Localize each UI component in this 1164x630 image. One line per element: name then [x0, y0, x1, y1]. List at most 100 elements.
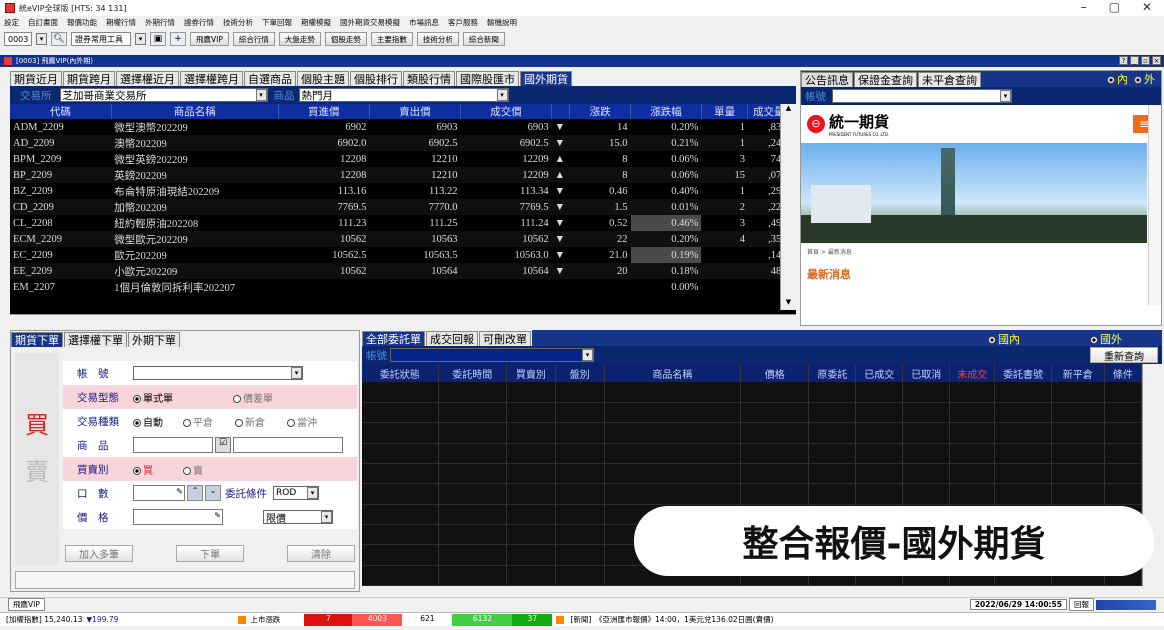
tab-open-interest[interactable]: 未平倉查詢 — [918, 72, 981, 87]
radio-single[interactable]: 單式單 — [133, 390, 233, 405]
tools-select[interactable]: 證券常用工具 — [71, 32, 131, 46]
menu-item[interactable]: 報價功能 — [67, 17, 97, 28]
menu-item[interactable]: 自訂畫面 — [28, 17, 58, 28]
toolbar-button[interactable]: 技術分析 — [416, 32, 459, 46]
menu-item[interactable]: 國外期貨交易模擬 — [340, 17, 400, 28]
quote-column-header[interactable]: 成交價 — [460, 104, 553, 119]
quote-tab[interactable]: 個股排行 — [350, 71, 402, 86]
quote-row[interactable]: ADM_2209 微型澳幣202209 6902 6903 6903 ▼ 14 0.20% 1,… — [10, 119, 780, 135]
tab-options-order[interactable]: 選擇權下單 — [64, 332, 127, 347]
report-column-header[interactable]: 委託書號 — [994, 364, 1052, 382]
chevron-down-icon[interactable]: ▾ — [36, 33, 47, 45]
toolbar-button[interactable]: 主要指數 — [370, 32, 413, 46]
menu-item[interactable]: 下單回報 — [262, 17, 292, 28]
radio-sell[interactable]: 賣 — [183, 462, 203, 477]
quote-column-header[interactable]: 賣出價 — [369, 104, 461, 119]
exchange-select[interactable]: 芝加哥商業交易所 ▾ — [59, 88, 268, 102]
tab-fills[interactable]: 成交回報 — [426, 331, 478, 346]
quote-row[interactable]: BP_2209 英鎊202209 12208 12210 12209 ▲ 8 0.06% 15,… — [10, 167, 780, 183]
scroll-down-icon[interactable]: ▼ — [781, 298, 796, 310]
menu-item[interactable]: 設定 — [4, 17, 19, 28]
tab-margin-query[interactable]: 保證金查詢 — [854, 72, 917, 87]
tab-all-orders[interactable]: 全部委託單 — [362, 331, 425, 346]
price-input[interactable]: ✎ — [133, 509, 223, 525]
radio-report-foreign[interactable]: 國外 — [1090, 331, 1122, 347]
quote-column-header[interactable]: 單量 — [701, 104, 749, 119]
report-column-header[interactable]: 商品名稱 — [604, 364, 742, 382]
menu-item[interactable]: 外期行情 — [145, 17, 175, 28]
report-column-header[interactable]: 買賣別 — [506, 364, 556, 382]
quote-column-header[interactable]: 買進價 — [278, 104, 370, 119]
report-column-header[interactable]: 原委託 — [808, 364, 857, 382]
window-tab-vip[interactable]: 飛鷹VIP — [8, 598, 45, 611]
product-name-field[interactable] — [233, 437, 343, 453]
quote-tab[interactable]: 國際股匯市 — [456, 71, 519, 86]
quote-tab[interactable]: 類股行情 — [403, 71, 455, 86]
quote-row[interactable]: EM_2207 1個月倫敦同拆利率202207 0.00% — [10, 279, 780, 295]
tab-announcements[interactable]: 公告訊息 — [801, 72, 853, 87]
quote-tab[interactable]: 選擇權近月 — [116, 71, 179, 86]
screen-code-input[interactable]: 0003 — [4, 32, 32, 46]
toolbar-button[interactable]: 飛鷹VIP — [190, 32, 229, 46]
report-column-header[interactable]: 新平倉 — [1051, 364, 1105, 382]
account-select[interactable]: ▾ — [832, 89, 1012, 103]
menu-item[interactable]: 技術分析 — [223, 17, 253, 28]
cond-select[interactable]: ROD ▾ — [273, 486, 319, 500]
quote-tab[interactable]: 期貨跨月 — [63, 71, 115, 86]
quote-column-header[interactable]: 商品名稱 — [111, 104, 279, 119]
scroll-up-icon[interactable]: ▲ — [781, 104, 796, 116]
menu-item[interactable]: 期權行情 — [106, 17, 136, 28]
radio-new[interactable]: 新倉 — [235, 414, 287, 429]
window-icon[interactable]: ▣ — [150, 32, 166, 46]
minimize-button[interactable]: – — [1081, 0, 1087, 14]
report-column-header[interactable]: 委託狀態 — [362, 364, 439, 382]
news-scrollbar[interactable] — [1148, 105, 1161, 305]
product-input[interactable] — [133, 437, 213, 453]
quote-row[interactable]: CD_2209 加幣202209 7769.5 7770.0 7769.5 ▼ 1.5 0.0… — [10, 199, 780, 215]
toolbar-button[interactable]: 個股走勢 — [324, 32, 367, 46]
quote-row[interactable]: ECM_2209 微型歐元202209 10562 10563 10562 ▼ 22 0.20… — [10, 231, 780, 247]
toolbar-button[interactable]: 綜合行情 — [232, 32, 275, 46]
tab-modifiable[interactable]: 可刪改單 — [479, 331, 531, 346]
place-order-button[interactable]: 下單 — [176, 545, 244, 562]
chevron-down-icon[interactable]: ▾ — [135, 33, 146, 45]
order-account-select[interactable]: ▾ — [133, 366, 303, 380]
quote-row[interactable]: EE_2209 小歐元202209 10562 10564 10564 ▼ 20 0.18% 4… — [10, 263, 780, 279]
tab-futures-order[interactable]: 期貨下單 — [11, 332, 63, 347]
quote-column-header[interactable]: 漲跌 — [569, 104, 632, 119]
tab-foreign-order[interactable]: 外期下單 — [128, 332, 180, 347]
price-type-select[interactable]: 限價 ▾ — [263, 510, 333, 525]
qty-down-icon[interactable]: ⌄ — [205, 485, 221, 501]
add-window-icon[interactable]: + — [170, 32, 186, 46]
quote-row[interactable]: EC_2209 歐元202209 10562.5 10563.5 10563.0 ▼ 21.… — [10, 247, 780, 263]
quote-column-header[interactable] — [551, 104, 571, 119]
menu-item[interactable]: 客戶服務 — [448, 17, 478, 28]
requery-button[interactable]: 重新查詢 — [1090, 347, 1158, 363]
quote-column-header[interactable]: 成交量 — [747, 104, 780, 119]
radio-buy[interactable]: 買 — [133, 462, 183, 477]
eraser-icon[interactable]: ✎ — [214, 511, 221, 520]
quote-hscrollbar[interactable] — [10, 314, 796, 326]
radio-domestic[interactable]: 內 — [1107, 71, 1128, 87]
search-icon[interactable]: 🔍︎ — [51, 32, 67, 46]
report-column-header[interactable]: 未成交 — [949, 364, 996, 382]
quote-column-header[interactable]: 代碼 — [10, 104, 112, 119]
menu-item[interactable]: 市場訊息 — [409, 17, 439, 28]
toolbar-button[interactable]: 大盤走勢 — [278, 32, 321, 46]
eraser-icon[interactable]: ✎ — [176, 487, 183, 496]
qty-input[interactable]: ✎ — [133, 485, 185, 501]
add-multiple-button[interactable]: 加入多筆 — [65, 545, 133, 562]
restore-icon[interactable]: ▫ — [1141, 56, 1150, 65]
quote-row[interactable]: BZ_2209 布侖特原油現結202209 113.16 113.22 113.34 ▼ 0… — [10, 183, 780, 199]
minimize-icon[interactable]: _ — [1130, 56, 1139, 65]
close-icon[interactable]: × — [1152, 56, 1161, 65]
quote-tab[interactable]: 個股主題 — [297, 71, 349, 86]
maximize-button[interactable]: ▢ — [1109, 0, 1120, 14]
quote-row[interactable]: AD_2209 澳幣202209 6902.0 6902.5 6902.5 ▼ 15.0 0.… — [10, 135, 780, 151]
menu-item[interactable]: 證券行情 — [184, 17, 214, 28]
radio-foreign[interactable]: 外 — [1134, 71, 1155, 87]
report-column-header[interactable]: 盤別 — [555, 364, 605, 382]
clear-button[interactable]: 清除 — [287, 545, 355, 562]
radio-auto[interactable]: 自動 — [133, 414, 183, 429]
report-column-header[interactable]: 委託時間 — [438, 364, 507, 382]
